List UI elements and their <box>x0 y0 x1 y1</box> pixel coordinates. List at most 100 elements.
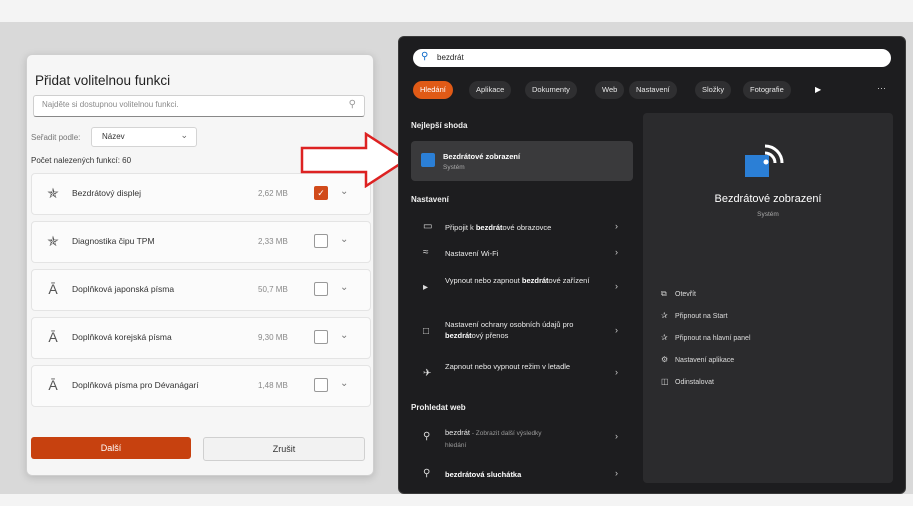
feature-checkbox[interactable] <box>314 330 328 344</box>
result-text: bezdrát - Zobrazit další výsledky hledání <box>445 428 542 449</box>
settings-result[interactable]: ▸ Vypnout nebo zapnout bezdrátové zaříze… <box>411 273 633 303</box>
action-uninstall[interactable]: ◫ Odinstalovat <box>661 377 714 386</box>
search-icon: ⚲ <box>423 431 431 442</box>
chevron-right-icon: › <box>615 247 618 257</box>
feature-search-input[interactable]: Najděte si dostupnou volitelnou funkci. … <box>33 95 365 117</box>
detail-pane: Bezdrátové zobrazení Systém ⧉ Otevřít ✰ Př… <box>643 113 893 483</box>
feature-size: 2,62 MB <box>258 189 288 198</box>
search-placeholder: Najděte si dostupnou volitelnou funkci. <box>42 100 179 109</box>
font-icon: Ā <box>48 329 58 345</box>
best-match-item[interactable]: Bezdrátové zobrazení Systém <box>411 141 633 181</box>
search-query: bezdrát <box>437 53 464 62</box>
gear-icon: ⚙ <box>661 355 669 364</box>
feature-size: 50,7 MB <box>258 285 288 294</box>
feature-size: 1,48 MB <box>258 381 288 390</box>
play-icon[interactable]: ▶ <box>815 85 821 94</box>
settings-result[interactable]: ≈ Nastavení Wi-Fi › <box>411 243 633 265</box>
chevron-down-icon: ⌄ <box>180 130 188 140</box>
sort-value: Název <box>102 132 125 141</box>
chevron-right-icon: › <box>615 431 618 441</box>
tab-settings[interactable]: Nastavení <box>629 81 677 99</box>
best-match-header: Nejlepší shoda <box>411 121 468 130</box>
feature-checkbox[interactable] <box>314 234 328 248</box>
web-header: Prohledat web <box>411 403 466 412</box>
wireless-icon: ▸ <box>423 282 429 293</box>
cancel-button[interactable]: Zrušit <box>203 437 365 461</box>
sort-dropdown[interactable]: Název ⌄ <box>91 127 197 147</box>
action-open[interactable]: ⧉ Otevřít <box>661 289 696 299</box>
settings-result[interactable]: ▭ Připojit k bezdrátové obrazovce › <box>411 217 633 239</box>
web-result[interactable]: ⚲ bezdrát - Zobrazit další výsledky hledá… <box>411 425 633 453</box>
chevron-down-icon[interactable]: ⌄ <box>340 378 348 389</box>
search-icon: ⚲ <box>348 99 356 110</box>
tab-apps[interactable]: Aplikace <box>469 81 512 99</box>
action-pin-taskbar[interactable]: ✰ Připnout na hlavní panel <box>661 333 751 342</box>
feature-name: Bezdrátový displej <box>72 188 141 198</box>
best-match-subtitle: Systém <box>443 164 465 171</box>
action-app-settings[interactable]: ⚙ Nastavení aplikace <box>661 355 734 364</box>
more-options-icon[interactable]: ⋯ <box>877 83 886 94</box>
trash-icon: ◫ <box>661 377 669 386</box>
result-text: Nastavení Wi-Fi <box>445 249 499 258</box>
web-result[interactable]: ⚲ bezdrátová sluchátka › <box>411 465 633 485</box>
pin-icon: ✰ <box>661 311 668 320</box>
settings-result[interactable]: □ Nastavení ochrany osobních údajů pro b… <box>411 317 633 347</box>
font-icon: Ā <box>48 377 58 393</box>
result-text: Vypnout nebo zapnout bezdrátové zařízení <box>445 276 590 285</box>
tab-search[interactable]: Hledání <box>413 81 453 99</box>
feature-checkbox[interactable] <box>314 282 328 296</box>
feature-checkbox[interactable] <box>314 378 328 392</box>
feature-checkbox[interactable]: ✓ <box>314 186 328 200</box>
airplane-icon: ✈ <box>423 368 432 379</box>
feature-name: Doplňková písma pro Dévanágarí <box>72 380 199 390</box>
features-count: Počet nalezených funkcí: 60 <box>31 156 132 165</box>
result-text: Nastavení ochrany osobních údajů pro bez… <box>445 320 574 340</box>
chevron-down-icon[interactable]: ⌄ <box>340 282 348 293</box>
gear-icon: ✯ <box>47 185 59 201</box>
search-icon: ⚲ <box>421 51 429 62</box>
chevron-down-icon[interactable]: ⌄ <box>340 330 348 341</box>
tab-folders[interactable]: Složky <box>695 81 732 99</box>
feature-name: Doplňková japonská písma <box>72 284 175 294</box>
search-icon: ⚲ <box>423 468 431 479</box>
feature-size: 2,33 MB <box>258 237 288 246</box>
gear-icon: ✯ <box>47 233 59 249</box>
pin-icon: ✰ <box>661 333 668 342</box>
action-pin-start[interactable]: ✰ Připnout na Start <box>661 311 728 320</box>
monitor-icon: ▭ <box>423 221 433 232</box>
feature-row[interactable]: Ā Doplňková písma pro Dévanágarí 1,48 M… <box>31 365 371 407</box>
optional-feature-dialog: Přidat volitelnou funkci Najděte si dost… <box>26 54 374 476</box>
feature-row[interactable]: Ā Doplňková korejská písma 9,30 MB ⌄ <box>31 317 371 359</box>
privacy-icon: □ <box>423 326 430 337</box>
wireless-display-icon <box>745 144 784 177</box>
result-text: bezdrátová sluchátka <box>445 470 522 479</box>
result-text: Připojit k bezdrátové obrazovce <box>445 223 552 232</box>
next-button[interactable]: Další <box>31 437 191 459</box>
open-icon: ⧉ <box>661 289 667 298</box>
best-match-title: Bezdrátové zobrazení <box>443 152 521 161</box>
feature-name: Doplňková korejská písma <box>72 332 172 342</box>
chevron-right-icon: › <box>615 221 618 231</box>
chevron-right-icon: › <box>615 325 618 335</box>
wifi-icon: ≈ <box>423 247 429 258</box>
app-type: Systém <box>757 211 779 218</box>
feature-row[interactable]: ✯ Diagnostika čipu TPM 2,33 MB ⌄ <box>31 221 371 263</box>
wireless-display-icon <box>421 153 435 167</box>
feature-row[interactable]: Ā Doplňková japonská písma 50,7 MB ⌄ <box>31 269 371 311</box>
settings-header: Nastavení <box>411 195 449 204</box>
tab-documents[interactable]: Dokumenty <box>525 81 577 99</box>
settings-result[interactable]: ✈ Zapnout nebo vypnout režim v letadle › <box>411 359 633 389</box>
chevron-right-icon: › <box>615 367 618 377</box>
result-text: Zapnout nebo vypnout režim v letadle <box>445 362 571 371</box>
chevron-down-icon[interactable]: ⌄ <box>340 234 348 245</box>
start-search-input[interactable]: ⚲ bezdrát <box>413 49 891 67</box>
arrow-right-icon <box>300 132 409 188</box>
sort-label: Seřadit podle: <box>31 133 81 142</box>
tab-web[interactable]: Web <box>595 81 625 99</box>
feature-name: Diagnostika čipu TPM <box>72 236 155 246</box>
start-search-panel: ⚲ bezdrát Hledání Aplikace Dokumenty Web… <box>398 36 906 494</box>
app-name: Bezdrátové zobrazení <box>714 193 822 205</box>
tab-photos[interactable]: Fotografie <box>743 81 791 99</box>
chevron-right-icon: › <box>615 468 618 478</box>
dialog-title: Přidat volitelnou funkci <box>35 73 171 88</box>
